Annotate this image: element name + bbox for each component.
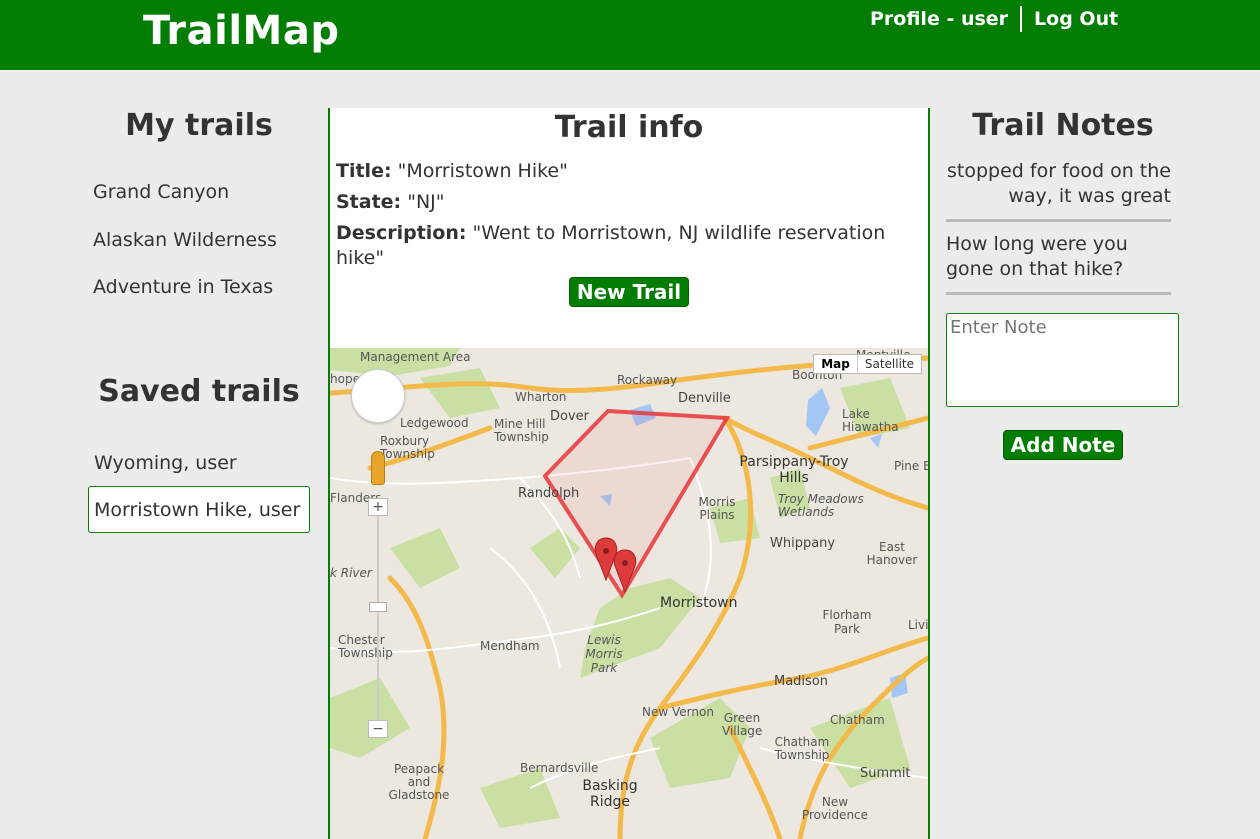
trail-state-value: "NJ" [407, 191, 445, 213]
note-item: How long were you gone on that hike? [946, 222, 1171, 295]
trail-info-panel: Trail info Title: "Morristown Hike" Stat… [328, 108, 930, 839]
trail-title-value: "Morristown Hike" [397, 160, 568, 182]
add-note-wrap: Add Note [946, 430, 1180, 460]
trail-state-row: State: "NJ" [336, 190, 922, 215]
map-label-pine-brook: Pine B [894, 459, 928, 473]
zoom-slider-track[interactable] [377, 516, 379, 720]
nav-divider [1020, 6, 1023, 32]
map-label-florham-park: Florham Park [822, 608, 872, 636]
map-label-ledgewood: Ledgewood [400, 416, 469, 430]
map-label-troy-meadows: Troy Meadows Wetlands [778, 492, 864, 519]
note-item: stopped for food on the way, it was grea… [946, 143, 1171, 222]
map-label-dover: Dover [550, 409, 589, 424]
my-trails-list: Grand Canyon Alaskan Wilderness Adventur… [88, 181, 310, 324]
logout-link[interactable]: Log Out [1034, 8, 1118, 30]
trail-description-row: Description: "Went to Morristown, NJ wil… [336, 221, 922, 271]
my-trails-title: My trails [125, 108, 273, 143]
trail-description-label: Description: [336, 222, 467, 244]
map-label-lake-hiawatha: Lake Hiawatha [842, 407, 899, 434]
map-label-k-river: k River [330, 566, 372, 580]
new-trail-button[interactable]: New Trail [568, 277, 690, 307]
pan-control[interactable] [351, 369, 405, 423]
zoom-in-button[interactable]: + [368, 498, 388, 516]
map-label-bernardsville: Bernardsville [520, 761, 599, 775]
map-type-satellite-button[interactable]: Satellite [858, 355, 921, 373]
brand-logo[interactable]: TrailMap [143, 8, 339, 54]
trail-map[interactable]: Management Area hope Rockaway Montville … [330, 348, 928, 839]
map-label-denville: Denville [678, 391, 731, 406]
trails-sidebar: My trails Grand Canyon Alaskan Wildernes… [88, 108, 310, 533]
map-label-randolph: Randolph [518, 486, 580, 501]
profile-link[interactable]: Profile - user [870, 8, 1008, 30]
trail-notes-panel: Trail Notes stopped for food on the way,… [946, 108, 1180, 460]
trail-state-label: State: [336, 191, 402, 213]
map-label-parsippany: Parsippany-Troy Hills [739, 454, 849, 486]
street-view-pegman-icon[interactable] [371, 451, 385, 485]
map-label-morristown: Morristown [660, 595, 738, 611]
user-nav: Profile - user Log Out [870, 6, 1118, 32]
map-label-rockaway: Rockaway [617, 373, 678, 387]
trail-item-adventure-in-texas[interactable]: Adventure in Texas [88, 276, 310, 324]
map-label-livingston: Livi [908, 618, 928, 632]
map-label-basking-ridge: Basking Ridge [582, 778, 638, 810]
saved-trail-wyoming[interactable]: Wyoming, user [88, 439, 310, 486]
map-label-lewis-morris: Lewis Morris Park [585, 633, 623, 675]
trail-item-alaskan-wilderness[interactable]: Alaskan Wilderness [88, 229, 310, 277]
map-label-chatham-township: Chatham Township [774, 735, 830, 762]
map-label-summit: Summit [860, 766, 911, 781]
map-type-toggle: Map Satellite [813, 354, 922, 374]
trail-title-row: Title: "Morristown Hike" [336, 159, 922, 184]
zoom-control: + − [368, 498, 388, 738]
map-label-peapack: Peapack and Gladstone [388, 762, 450, 802]
map-label-roxbury: Roxbury Township [380, 434, 435, 461]
saved-trails-list: Wyoming, user Morristown Hike, user [88, 439, 310, 533]
new-trail-wrap: New Trail [330, 277, 928, 307]
map-label-green-village: Green Village [722, 711, 763, 738]
zoom-slider-handle[interactable] [369, 602, 387, 612]
map-label-madison: Madison [774, 674, 829, 689]
note-input[interactable] [946, 313, 1179, 407]
trail-info-title: Trail info [554, 110, 704, 145]
map-label-wharton: Wharton [515, 390, 567, 404]
trail-details: Title: "Morristown Hike" State: "NJ" Des… [330, 145, 928, 271]
top-navbar: TrailMap Profile - user Log Out [0, 0, 1260, 70]
trail-item-grand-canyon[interactable]: Grand Canyon [88, 181, 310, 229]
map-label-chatham: Chatham [830, 713, 885, 727]
map-label-east-hanover: East Hanover [866, 540, 918, 567]
map-label-whippany: Whippany [770, 536, 836, 551]
map-label-mendham: Mendham [480, 639, 540, 653]
zoom-out-button[interactable]: − [368, 720, 388, 738]
trail-notes-title: Trail Notes [972, 108, 1154, 143]
saved-trails-title: Saved trails [98, 373, 300, 409]
add-note-button[interactable]: Add Note [1002, 430, 1124, 460]
map-label-new-vernon: New Vernon [642, 705, 714, 719]
map-label-new-providence: New Providence [801, 795, 869, 822]
map-label-management-area: Management Area [360, 350, 471, 364]
trail-title-label: Title: [336, 160, 392, 182]
map-label-morris-plains: Morris Plains [698, 495, 736, 522]
map-type-map-button[interactable]: Map [814, 355, 858, 373]
saved-trail-morristown-hike[interactable]: Morristown Hike, user [88, 485, 310, 533]
map-label-mine-hill: Mine Hill Township [494, 417, 549, 444]
